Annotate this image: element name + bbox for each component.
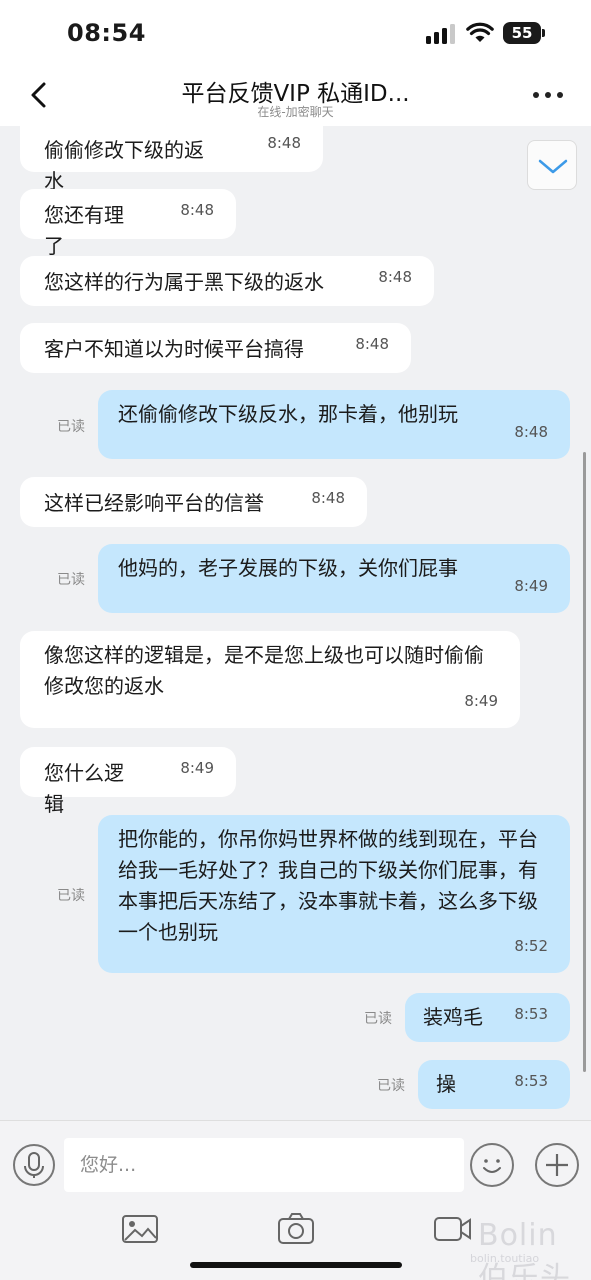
image-icon — [122, 1215, 158, 1243]
message-bubble[interactable]: 客户不知道以为时候平台搞得 8:48 — [20, 323, 411, 373]
wifi-icon — [466, 22, 494, 42]
read-receipt: 已读 — [377, 1078, 405, 1094]
message-bubble[interactable]: 把你能的，你吊你妈世界杯做的线到现在，平台给我一毛好处了？我自己的下级关你们屁事… — [98, 815, 570, 973]
home-indicator[interactable] — [190, 1262, 402, 1268]
battery-tip — [542, 29, 545, 37]
read-receipt: 已读 — [57, 572, 85, 588]
add-button[interactable] — [535, 1143, 579, 1187]
message-time: 8:53 — [514, 1072, 548, 1090]
camera-icon — [278, 1213, 314, 1244]
message-time: 8:49 — [514, 577, 548, 595]
message-text: 他妈的，老子发展的下级，关你们屁事 — [118, 556, 458, 580]
message-input[interactable] — [64, 1138, 464, 1192]
read-receipt: 已读 — [364, 1011, 392, 1027]
message-bubble[interactable]: 您这样的行为属于黑下级的返水 8:48 — [20, 256, 434, 306]
video-icon — [434, 1217, 471, 1241]
microphone-icon — [24, 1152, 44, 1178]
message-bubble[interactable]: 您什么逻辑 8:49 — [20, 747, 236, 816]
chat-subtitle: 在线-加密聊天 — [257, 105, 334, 119]
message-text: 这样已经影响平台的信誉 — [44, 491, 264, 515]
emoji-button[interactable] — [470, 1143, 514, 1187]
message-text: 您还有理了 — [44, 203, 124, 258]
message-time: 8:48 — [378, 268, 412, 286]
message-text: 把你能的，你吊你妈世界杯做的线到现在，平台给我一毛好处了？我自己的下级关你们屁事… — [118, 827, 538, 944]
read-receipt: 已读 — [57, 888, 85, 904]
watermark-text: Bolin 伯乐头条 — [478, 1218, 571, 1280]
message-text: 偷偷修改下级的返水 — [44, 138, 204, 193]
message-bubble[interactable]: 这样已经影响平台的信誉 8:48 — [20, 477, 367, 527]
message-bubble[interactable]: 偷偷修改下级的返水 8:48 — [20, 124, 323, 193]
voice-button[interactable] — [13, 1144, 55, 1186]
status-bar: 08:54 55 — [0, 0, 591, 70]
back-icon — [31, 82, 46, 108]
message-time: 8:48 — [311, 489, 345, 507]
message-text: 还偷偷修改下级反水，那卡着，他别玩 — [118, 402, 458, 426]
scroll-to-bottom-button[interactable] — [527, 140, 577, 190]
message-time: 8:52 — [514, 937, 548, 955]
message-bubble[interactable]: 还偷偷修改下级反水，那卡着，他别玩 8:48 — [98, 390, 570, 459]
emoji-icon — [483, 1159, 501, 1173]
message-time: 8:49 — [180, 759, 214, 777]
chat-header: 平台反馈VIP 私通ID... 在线-加密聊天 — [0, 70, 591, 126]
message-bubble[interactable]: 像您这样的逻辑是，是不是您上级也可以随时偷偷修改您的返水 8:49 — [20, 631, 520, 728]
scrollbar[interactable] — [583, 452, 586, 1072]
plus-icon — [546, 1154, 568, 1176]
message-time: 8:48 — [514, 423, 548, 441]
message-text: 客户不知道以为时候平台搞得 — [44, 337, 304, 361]
message-text: 像您这样的逻辑是，是不是您上级也可以随时偷偷修改您的返水 — [44, 643, 484, 698]
more-icon — [533, 92, 539, 98]
message-time: 8:53 — [514, 1005, 548, 1023]
message-bubble[interactable]: 他妈的，老子发展的下级，关你们屁事 8:49 — [98, 544, 570, 613]
more-button[interactable] — [531, 88, 565, 102]
chevron-down-icon — [538, 159, 568, 174]
status-time: 08:54 — [67, 19, 146, 47]
video-button[interactable] — [433, 1212, 473, 1246]
message-bubble[interactable]: 操 8:53 — [418, 1060, 570, 1109]
message-text: 装鸡毛 — [423, 1005, 483, 1029]
watermark-subtext: bolin.toutiao — [470, 1252, 540, 1265]
image-button[interactable] — [120, 1212, 160, 1246]
message-time: 8:48 — [180, 201, 214, 219]
message-text: 您什么逻辑 — [44, 761, 124, 816]
camera-button[interactable] — [276, 1212, 316, 1246]
message-bubble[interactable]: 您还有理了 8:48 — [20, 189, 236, 258]
message-time: 8:48 — [267, 134, 301, 152]
message-time: 8:49 — [464, 692, 498, 710]
message-time: 8:48 — [355, 335, 389, 353]
signal-icon — [426, 24, 456, 44]
back-button[interactable] — [24, 80, 54, 110]
read-receipt: 已读 — [57, 419, 85, 435]
chat-screen: 08:54 55 平台反馈VIP 私通ID... 在线-加密聊天 偷偷修改下级的… — [0, 0, 591, 1280]
message-bubble[interactable]: 装鸡毛 8:53 — [405, 993, 570, 1042]
message-text: 您这样的行为属于黑下级的返水 — [44, 270, 324, 294]
battery-indicator: 55 — [503, 22, 541, 44]
message-text: 操 — [436, 1072, 456, 1096]
